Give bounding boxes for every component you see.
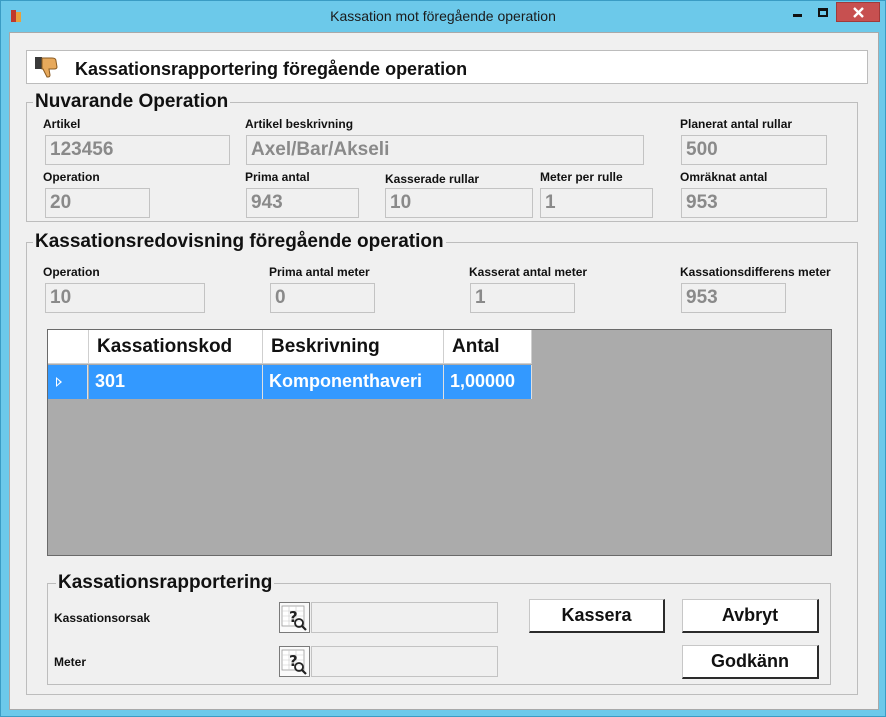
title-bar[interactable]: Kassation mot föregående operation xyxy=(1,1,885,32)
prev-operation-label: Operation xyxy=(43,265,100,279)
svg-text:?: ? xyxy=(289,652,298,670)
grid-corner-header[interactable] xyxy=(48,330,89,364)
column-header-beskrivning[interactable]: Beskrivning xyxy=(263,330,444,364)
prima-antal-field[interactable]: 943 xyxy=(246,188,359,218)
omraknat-antal-field[interactable]: 953 xyxy=(681,188,827,218)
prima-antal-meter-field[interactable]: 0 xyxy=(270,283,375,313)
avbryt-button[interactable]: Avbryt xyxy=(682,599,819,633)
artikel-field[interactable]: 123456 xyxy=(45,135,230,165)
minimize-button[interactable] xyxy=(784,2,810,22)
current-row-icon xyxy=(56,377,62,387)
maximize-button[interactable] xyxy=(810,2,836,22)
planerat-antal-label: Planerat antal rullar xyxy=(680,117,793,131)
search-help-icon: ? xyxy=(281,649,307,675)
prev-operation-field[interactable]: 10 xyxy=(45,283,205,313)
kassationsorsak-lookup-button[interactable]: ? xyxy=(279,602,310,633)
client-area: Kassationsrapportering föregående operat… xyxy=(9,32,879,710)
close-button[interactable] xyxy=(836,2,880,22)
column-header-kassationskod[interactable]: Kassationskod xyxy=(89,330,263,364)
kasserat-antal-meter-label: Kasserat antal meter xyxy=(469,265,588,279)
meter-label: Meter xyxy=(54,655,87,669)
kassationsorsak-input[interactable] xyxy=(311,602,498,633)
table-row-kod-cell[interactable]: 301 xyxy=(89,365,263,399)
maximize-icon xyxy=(818,7,828,17)
header-panel: Kassationsrapportering föregående operat… xyxy=(26,50,868,84)
current-operation-title: Nuvarande Operation xyxy=(33,91,231,112)
kassationsdifferens-label: Kassationsdifferens meter xyxy=(680,265,831,279)
operation-label: Operation xyxy=(43,170,100,184)
kasserade-rullar-label: Kasserade rullar xyxy=(385,172,480,186)
omraknat-antal-label: Omräknat antal xyxy=(680,170,768,184)
prima-antal-label: Prima antal xyxy=(245,170,310,184)
kassationsdifferens-field[interactable]: 953 xyxy=(681,283,786,313)
table-row-antal-cell[interactable]: 1,00000 xyxy=(444,365,532,399)
prima-antal-meter-label: Prima antal meter xyxy=(269,265,370,279)
thumbs-down-icon xyxy=(35,57,58,78)
page-title: Kassationsrapportering föregående operat… xyxy=(75,59,468,79)
operation-field[interactable]: 20 xyxy=(45,188,150,218)
artikel-label: Artikel xyxy=(43,117,81,131)
kassationsorsak-label: Kassationsorsak xyxy=(54,611,151,625)
row-header[interactable] xyxy=(48,365,88,399)
close-icon xyxy=(852,6,864,18)
reporting-title: Kassationsrapportering xyxy=(56,572,275,593)
previous-operation-title: Kassationsredovisning föregående operati… xyxy=(33,231,446,252)
column-header-antal[interactable]: Antal xyxy=(444,330,532,364)
search-help-icon: ? xyxy=(281,605,307,631)
kasserat-antal-meter-field[interactable]: 1 xyxy=(470,283,575,313)
meter-per-rulle-field[interactable]: 1 xyxy=(540,188,653,218)
meter-per-rulle-label: Meter per rulle xyxy=(540,170,623,184)
artikel-beskrivning-label: Artikel beskrivning xyxy=(245,117,354,131)
artikel-beskrivning-field[interactable]: Axel/Bar/Akseli xyxy=(246,135,644,165)
kasserade-rullar-field[interactable]: 10 xyxy=(385,188,533,218)
godkann-button[interactable]: Godkänn xyxy=(682,645,819,679)
planerat-antal-field[interactable]: 500 xyxy=(681,135,827,165)
svg-text:?: ? xyxy=(289,608,298,626)
window-title: Kassation mot föregående operation xyxy=(330,8,556,24)
minimize-icon xyxy=(792,13,802,17)
kassera-button[interactable]: Kassera xyxy=(529,599,665,633)
meter-lookup-button[interactable]: ? xyxy=(279,646,310,677)
table-row-beskrivning-cell[interactable]: Komponenthaveri xyxy=(263,365,444,399)
app-window: Kassation mot föregående operation Kassa… xyxy=(0,0,886,717)
meter-input[interactable] xyxy=(311,646,498,677)
scrap-grid[interactable]: Kassationskod Beskrivning Antal 301 Komp… xyxy=(47,329,832,556)
